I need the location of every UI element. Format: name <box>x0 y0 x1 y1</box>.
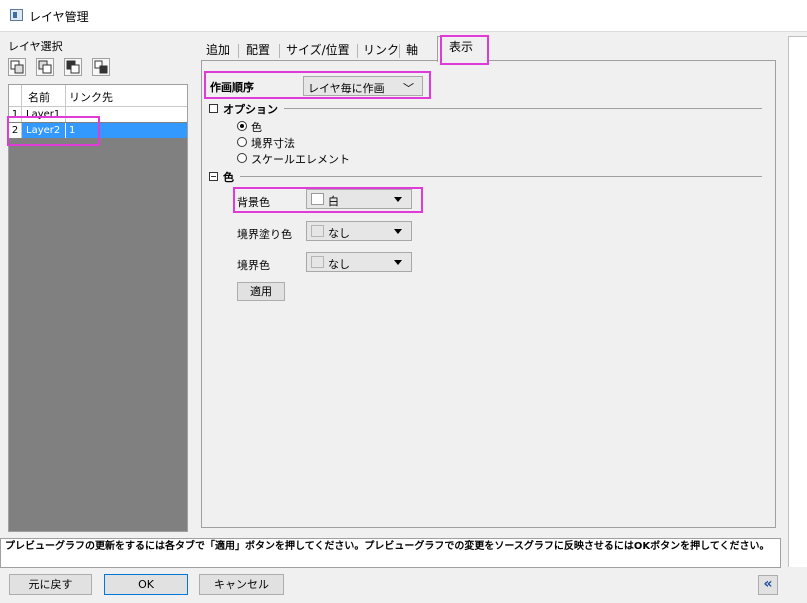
color-collapse-box[interactable] <box>209 172 218 181</box>
layer-list-header: 名前 リンク先 <box>9 85 187 107</box>
duplicate-layer-icon <box>66 60 80 74</box>
double-chevron-left-icon: « <box>763 576 773 592</box>
color-swatch <box>311 256 324 268</box>
border-color-label: 境界色 <box>237 259 270 272</box>
cancel-button[interactable]: キャンセル <box>199 574 284 595</box>
arrange-layer-button[interactable] <box>92 58 110 76</box>
radio-color-label: 色 <box>251 121 262 134</box>
border-fill-color-value: なし <box>328 227 350 240</box>
highlight-background-color <box>233 187 423 213</box>
insert-layer-icon <box>38 60 52 74</box>
insert-layer-button[interactable] <box>36 58 54 76</box>
border-fill-color-label: 境界塗り色 <box>237 228 292 241</box>
preview-pane <box>788 36 807 567</box>
radio-border-size-label: 境界寸法 <box>251 137 295 150</box>
tab-add[interactable]: 追加 <box>206 41 230 60</box>
highlight-layer2 <box>7 116 100 146</box>
tab-size-position[interactable]: サイズ/位置 <box>286 41 350 60</box>
options-collapse-box[interactable] <box>209 104 218 113</box>
add-layer-icon <box>10 60 24 74</box>
ok-button[interactable]: OK <box>104 574 188 595</box>
tab-separator <box>238 44 239 58</box>
tab-separator <box>279 44 280 58</box>
highlight-display-tab <box>440 35 489 65</box>
border-color-value: なし <box>328 258 350 271</box>
layer-list[interactable] <box>8 84 188 532</box>
tab-arrange[interactable]: 配置 <box>246 41 270 60</box>
column-name[interactable]: 名前 <box>28 89 50 105</box>
options-divider <box>284 108 762 109</box>
dropdown-arrow-icon <box>394 229 402 234</box>
dropdown-arrow-icon <box>394 260 402 265</box>
tab-link[interactable]: リンク <box>363 41 399 60</box>
duplicate-layer-button[interactable] <box>64 58 82 76</box>
border-color-select[interactable]: なし <box>306 252 412 272</box>
layer-select-label: レイヤ選択 <box>8 40 63 53</box>
radio-scale-element[interactable] <box>237 153 247 163</box>
collapse-button[interactable]: « <box>758 575 778 595</box>
tab-separator <box>357 44 358 58</box>
title-bar: レイヤ管理 <box>0 0 807 32</box>
message-bar: プレビューグラフの更新をするには各タブで「適用」ボタンを押してください。プレビュ… <box>0 538 781 568</box>
color-title: 色 <box>223 171 234 184</box>
add-layer-button[interactable] <box>8 58 26 76</box>
radio-scale-element-label: スケールエレメント <box>251 153 350 166</box>
apply-button[interactable]: 適用 <box>237 282 285 301</box>
tab-axis[interactable]: 軸 <box>406 41 418 60</box>
window-title: レイヤ管理 <box>29 10 89 24</box>
revert-button[interactable]: 元に戻す <box>9 574 92 595</box>
tab-panel <box>201 60 776 528</box>
border-fill-color-select[interactable]: なし <box>306 221 412 241</box>
options-title: オプション <box>223 103 278 116</box>
radio-border-size[interactable] <box>237 137 247 147</box>
tab-separator <box>399 44 400 58</box>
arrange-layer-icon <box>94 60 108 74</box>
highlight-draw-order <box>204 71 431 99</box>
color-swatch <box>311 225 324 237</box>
color-divider <box>240 176 762 177</box>
radio-color[interactable] <box>237 121 247 131</box>
app-icon <box>10 9 23 21</box>
column-link[interactable]: リンク先 <box>65 85 113 106</box>
